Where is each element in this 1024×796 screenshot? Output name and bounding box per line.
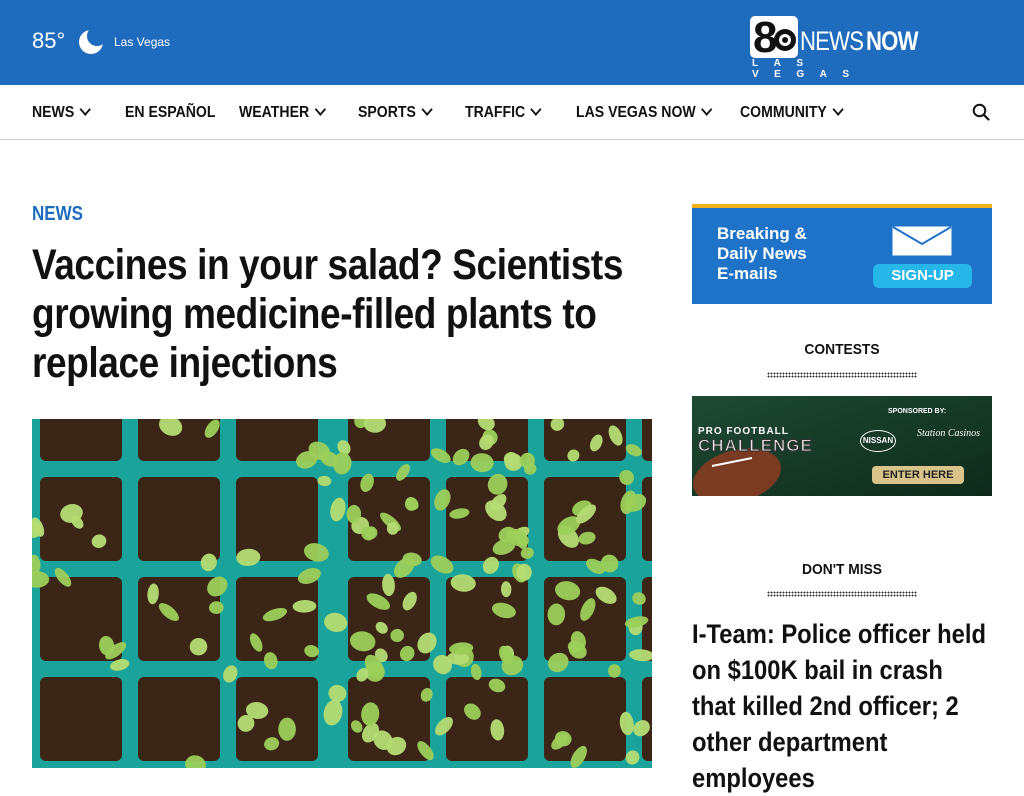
newsletter-text: Breaking & Daily News E-mails	[717, 224, 807, 283]
contest-line2: CHALLENGE	[698, 436, 813, 456]
site-logo[interactable]: 8 NEWS NOW LAS VEGAS	[750, 13, 936, 80]
contest-banner[interactable]: PRO FOOTBALL CHALLENGE SPONSORED BY: NIS…	[692, 396, 992, 496]
logo-brand-news: NEWS	[800, 26, 864, 56]
logo-subtitle: LAS VEGAS	[752, 58, 865, 80]
dont-miss-headline[interactable]: I-Team: Police officer held on $100K bai…	[692, 616, 991, 796]
enter-here-button[interactable]: ENTER HERE	[872, 466, 964, 484]
nav-item-weather[interactable]: WEATHER	[239, 103, 326, 122]
sponsored-by-label: SPONSORED BY:	[888, 408, 947, 415]
article-headline: Vaccines in your salad? Scientists growi…	[32, 241, 624, 387]
chevron-down-icon	[314, 103, 326, 116]
station-casinos-logo: Station Casinos	[917, 428, 981, 439]
nav-item-news[interactable]: NEWS	[32, 103, 91, 122]
nissan-logo: NISSAN	[860, 430, 896, 452]
seedling-trays-photo	[32, 419, 652, 768]
temperature[interactable]: 85°	[32, 28, 65, 54]
section-divider	[767, 591, 917, 597]
dont-miss-title: DON'T MISS	[802, 561, 882, 578]
city-name[interactable]: Las Vegas	[114, 35, 170, 49]
nav-item-traffic[interactable]: TRAFFIC	[465, 103, 542, 122]
nav-item-community[interactable]: COMMUNITY	[740, 103, 844, 122]
article-category[interactable]: NEWS	[32, 203, 83, 226]
moon-icon[interactable]	[78, 29, 104, 55]
top-bar: 85° Las Vegas 8 NEWS NOW LAS VEGAS	[0, 0, 1024, 85]
cbs-eye-icon	[774, 29, 796, 51]
chevron-down-icon	[79, 103, 91, 116]
article-hero-image	[32, 419, 652, 768]
nav-item-en-espanol[interactable]: EN ESPAÑOL	[125, 104, 215, 122]
signup-button[interactable]: SIGN-UP	[873, 264, 972, 288]
chevron-down-icon	[421, 103, 433, 116]
logo-brand-now: NOW	[866, 26, 918, 56]
section-divider	[767, 372, 917, 378]
chevron-down-icon	[832, 103, 844, 116]
newsletter-signup-banner[interactable]: Breaking & Daily News E-mails SIGN-UP	[692, 204, 992, 304]
contests-title: CONTESTS	[804, 341, 880, 358]
nav-item-sports[interactable]: SPORTS	[358, 103, 433, 122]
nav-item-las-vegas-now[interactable]: LAS VEGAS NOW	[576, 103, 713, 122]
chevron-down-icon	[530, 103, 542, 116]
envelope-icon	[892, 226, 952, 256]
chevron-down-icon	[701, 103, 713, 116]
search-icon[interactable]	[972, 103, 990, 121]
